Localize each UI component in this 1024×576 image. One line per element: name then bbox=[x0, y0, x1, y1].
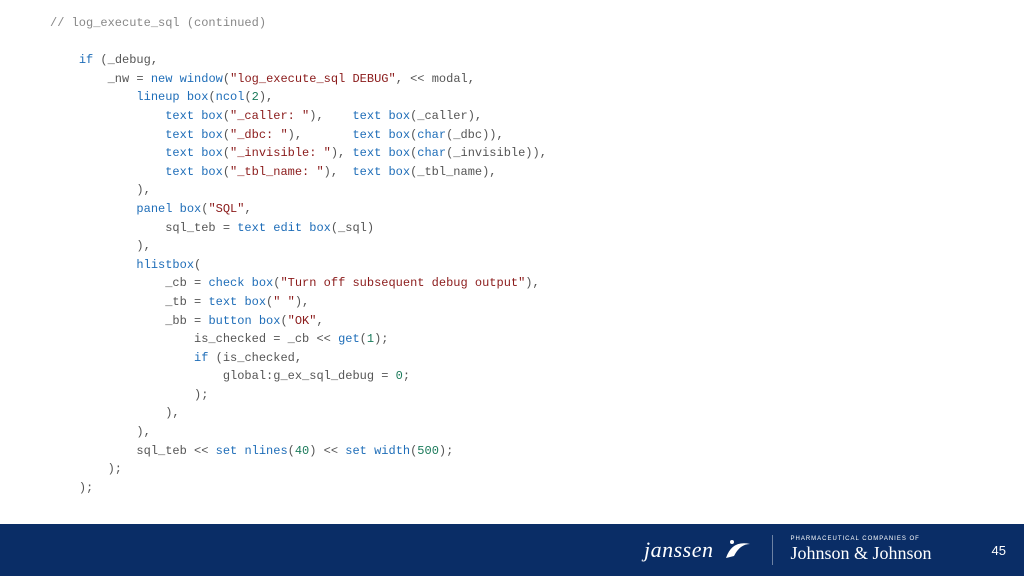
janssen-logo: janssen bbox=[644, 534, 754, 566]
code-block: // log_execute_sql (continued) if (_debu… bbox=[0, 0, 1024, 524]
jnj-logo: PHARMACEUTICAL COMPANIES OF Johnson & Jo… bbox=[791, 536, 932, 564]
janssen-swoosh-icon bbox=[722, 534, 754, 566]
code-comment: // log_execute_sql (continued) bbox=[50, 16, 266, 30]
slide-footer: janssen PHARMACEUTICAL COMPANIES OF John… bbox=[0, 524, 1024, 576]
page-number: 45 bbox=[992, 543, 1006, 558]
janssen-wordmark: janssen bbox=[644, 537, 714, 563]
jnj-wordmark: Johnson & Johnson bbox=[791, 543, 932, 564]
footer-divider bbox=[772, 535, 773, 565]
jnj-tagline: PHARMACEUTICAL COMPANIES OF bbox=[791, 536, 920, 542]
